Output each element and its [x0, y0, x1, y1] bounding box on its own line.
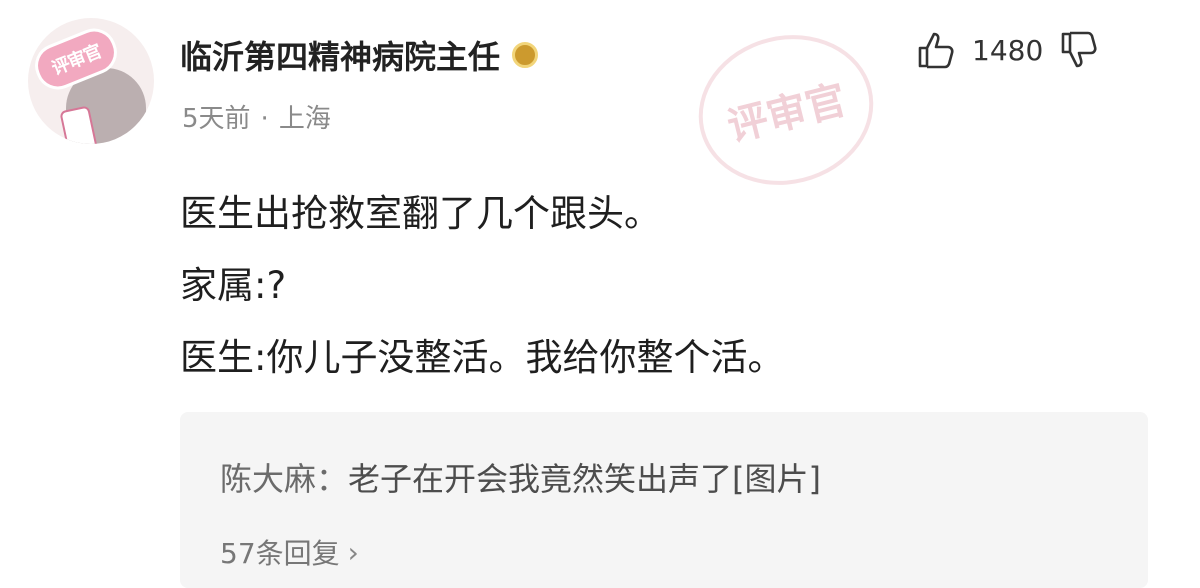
avatar[interactable]: 评审官: [28, 18, 154, 144]
reply-author[interactable]: 陈大麻：: [220, 460, 348, 498]
comment-content: 医生出抢救室翻了几个跟头。 家属:? 医生:你儿子没整活。我给你整个活。: [180, 178, 784, 394]
chevron-right-icon: ›: [347, 535, 359, 569]
meta-separator: ·: [260, 104, 269, 134]
reply-preview[interactable]: 陈大麻：老子在开会我竟然笑出声了[图片] 57条回复 ›: [180, 412, 1148, 588]
thumbs-down-icon[interactable]: [1057, 28, 1101, 72]
content-line: 医生出抢救室翻了几个跟头。: [180, 192, 661, 235]
view-replies-link[interactable]: 57条回复 ›: [220, 532, 359, 572]
thumbs-up-icon[interactable]: [914, 28, 958, 72]
username[interactable]: 临沂第四精神病院主任: [180, 32, 539, 78]
reply-text: 老子在开会我竟然笑出声了[图片]: [348, 460, 821, 498]
user-badge-icon: [512, 42, 539, 68]
content-line: 医生:你儿子没整活。我给你整个活。: [180, 336, 785, 379]
like-count: 1480: [972, 33, 1044, 67]
comment-meta: 5天前 · 上海: [182, 98, 331, 135]
username-text[interactable]: 临沂第四精神病院主任: [180, 32, 500, 78]
reply-item[interactable]: 陈大麻：老子在开会我竟然笑出声了[图片]: [220, 454, 821, 500]
comment-location: 上海: [278, 104, 331, 134]
watermark: 评审官: [682, 16, 890, 204]
reaction-bar: 1480: [914, 28, 1101, 72]
reply-count-label: 57条回复: [220, 537, 340, 570]
comment-time: 5天前: [182, 104, 251, 134]
content-line: 家属:?: [180, 264, 287, 307]
